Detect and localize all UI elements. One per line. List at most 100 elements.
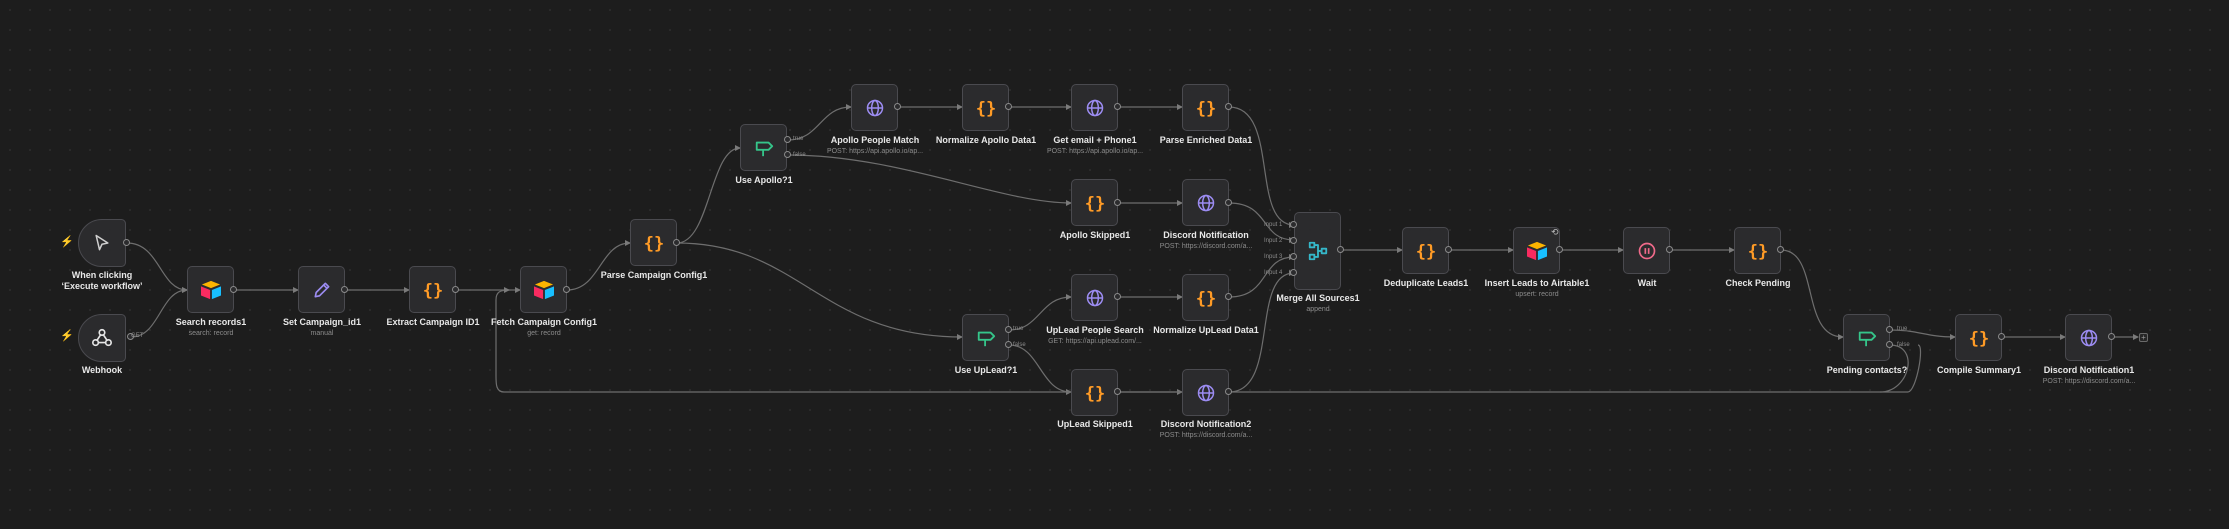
node-fetch-campaign-config[interactable] [520, 266, 567, 313]
node-subtitle: upsert: record [1515, 291, 1559, 298]
output-port[interactable] [673, 239, 680, 246]
output-port[interactable] [341, 286, 348, 293]
output-port[interactable] [1337, 246, 1344, 253]
output-port[interactable] [894, 103, 901, 110]
node-parse-enriched[interactable]: {} [1182, 84, 1229, 131]
airtable-icon [1526, 241, 1547, 260]
code-icon: {} [1415, 242, 1435, 261]
if-icon [977, 331, 995, 346]
wire [676, 145, 741, 244]
output-port[interactable] [1556, 246, 1563, 253]
node-subtitle: POST: https://api.apollo.io/ap... [1046, 148, 1144, 155]
output-port[interactable] [1114, 293, 1121, 300]
node-wait[interactable] [1623, 227, 1670, 274]
globe-icon [1086, 289, 1103, 306]
globe-icon [2080, 329, 2097, 346]
trigger-bolt-icon: ⚡ [60, 236, 74, 248]
node-uplead-people-search[interactable] [1071, 274, 1118, 321]
code-icon: {} [422, 281, 442, 300]
port-label: Input 3 [1264, 254, 1283, 260]
wire [676, 242, 963, 340]
input-port[interactable] [1290, 269, 1297, 276]
node-manual-trigger[interactable] [78, 219, 126, 267]
port-label: Input 2 [1264, 238, 1283, 244]
output-port[interactable] [2108, 333, 2115, 340]
svg-text:{}: {} [643, 234, 663, 253]
node-uplead-skipped[interactable]: {} [1071, 369, 1118, 416]
code-icon: {} [1195, 289, 1215, 308]
add-node-button[interactable]: + [2139, 333, 2148, 342]
output-port[interactable] [1114, 199, 1121, 206]
node-label: Parse Enriched Data1 [1159, 135, 1253, 145]
output-port[interactable] [1666, 246, 1673, 253]
input-port[interactable] [1290, 221, 1297, 228]
node-normalize-apollo[interactable]: {} [962, 84, 1009, 131]
node-get-email-phone[interactable] [1071, 84, 1118, 131]
output-port[interactable] [123, 239, 130, 246]
node-discord-notification-2[interactable] [1182, 369, 1229, 416]
wire [566, 240, 631, 291]
node-set-campaign-id[interactable] [298, 266, 345, 313]
output-port[interactable] [1005, 341, 1012, 348]
output-port[interactable] [1777, 246, 1784, 253]
if-icon [1858, 331, 1876, 346]
node-search-records[interactable] [187, 266, 234, 313]
svg-text:{}: {} [1195, 289, 1215, 308]
code-icon: {} [1084, 384, 1104, 403]
node-deduplicate-leads[interactable]: {} [1402, 227, 1449, 274]
input-port[interactable] [1290, 237, 1297, 244]
svg-text:{}: {} [975, 99, 995, 118]
node-label: Discord Notification1 [2043, 365, 2135, 375]
globe-icon [1086, 99, 1103, 116]
output-port[interactable] [452, 286, 459, 293]
output-port[interactable] [1225, 388, 1232, 395]
node-webhook[interactable] [78, 314, 126, 362]
output-port[interactable] [230, 286, 237, 293]
input-port[interactable] [1290, 253, 1297, 260]
globe-icon [1197, 384, 1214, 401]
output-port[interactable] [1225, 199, 1232, 206]
node-apollo-people-match[interactable] [851, 84, 898, 131]
node-extract-campaign-id[interactable]: {} [409, 266, 456, 313]
output-port[interactable] [1114, 103, 1121, 110]
node-label: Normalize UpLead Data1 [1153, 325, 1259, 335]
output-port[interactable] [1225, 293, 1232, 300]
port-label: Input 4 [1264, 270, 1283, 276]
output-port[interactable] [784, 136, 791, 143]
node-subtitle: POST: https://discord.com/a... [2042, 378, 2136, 385]
node-normalize-uplead[interactable]: {} [1182, 274, 1229, 321]
code-icon: {} [1084, 194, 1104, 213]
output-port[interactable] [563, 286, 570, 293]
airtable-icon [200, 280, 221, 299]
node-label: Use Apollo?1 [735, 175, 793, 185]
output-port[interactable] [1886, 326, 1893, 333]
wire [1780, 249, 1844, 340]
node-label: Discord Notification2 [1160, 419, 1252, 429]
node-check-pending[interactable]: {} [1734, 227, 1781, 274]
node-discord-notification[interactable] [1182, 179, 1229, 226]
node-label: When clicking ‘Execute workflow’ [61, 270, 143, 291]
output-port[interactable] [1886, 341, 1893, 348]
pencil-icon [314, 282, 329, 297]
output-port[interactable] [1005, 103, 1012, 110]
node-use-uplead[interactable] [962, 314, 1009, 361]
code-icon: {} [1195, 99, 1215, 118]
output-port[interactable] [1005, 326, 1012, 333]
port-label: true [1897, 326, 1908, 332]
node-discord-notification-1[interactable] [2065, 314, 2112, 361]
output-port[interactable] [1225, 103, 1232, 110]
node-use-apollo[interactable] [740, 124, 787, 171]
output-port[interactable] [784, 151, 791, 158]
node-pending-contacts[interactable] [1843, 314, 1890, 361]
node-parse-campaign-config[interactable]: {} [630, 219, 677, 266]
node-compile-summary[interactable]: {} [1955, 314, 2002, 361]
globe-icon [1197, 194, 1214, 211]
node-merge-all-sources[interactable] [1294, 212, 1341, 290]
merge-icon [1308, 241, 1327, 261]
output-port[interactable] [1114, 388, 1121, 395]
node-apollo-skipped[interactable]: {} [1071, 179, 1118, 226]
node-label: Webhook [81, 365, 123, 375]
output-port[interactable] [1445, 246, 1452, 253]
output-port[interactable] [1998, 333, 2005, 340]
code-icon: {} [1968, 329, 1988, 348]
